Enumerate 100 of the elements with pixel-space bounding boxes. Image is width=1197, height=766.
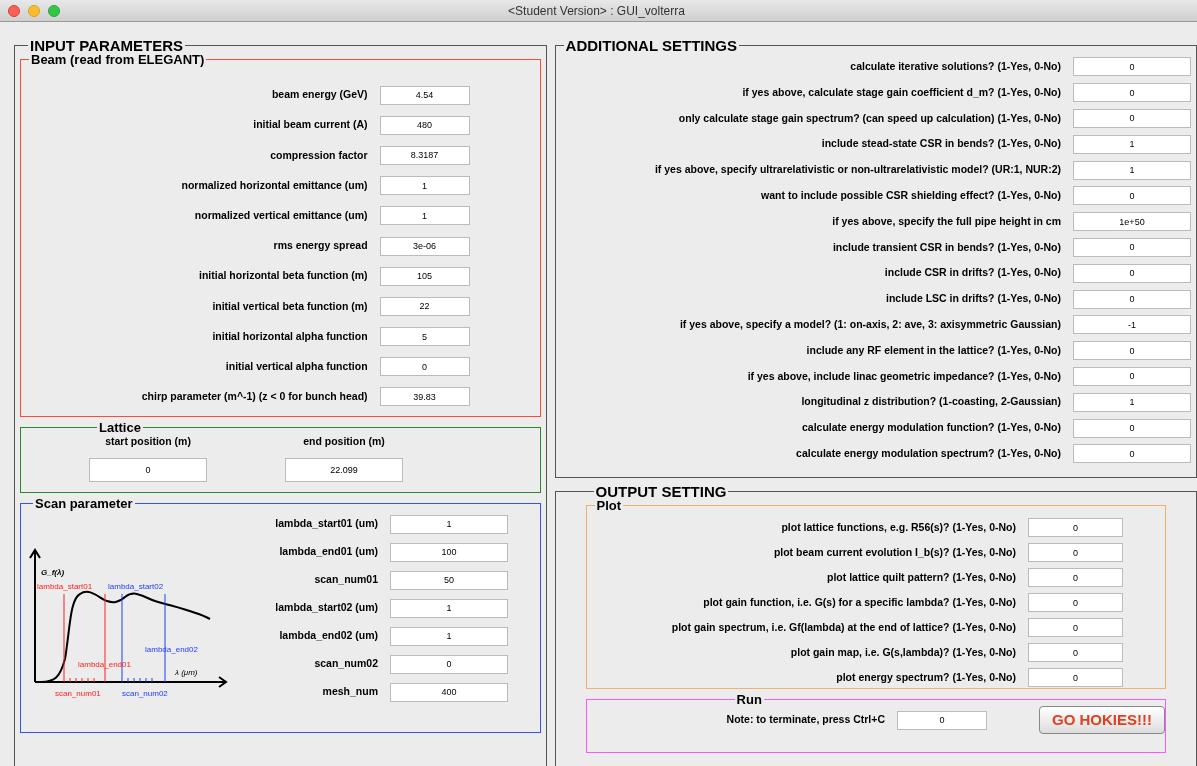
input-field[interactable]: 5 [379, 327, 470, 347]
input-field[interactable]: 50 [390, 570, 508, 590]
input-field[interactable]: 4.54 [379, 85, 470, 105]
field-label: include any RF element in the lattice? (1-Yes, 0-No) [806, 342, 1061, 358]
field-label: longitudinal z distribution? (1-coasting, 2-Gaussian) [801, 394, 1061, 410]
input-field[interactable]: 1 [1073, 160, 1191, 180]
input-field[interactable]: 0 [1073, 444, 1191, 464]
input-field[interactable]: 1 [390, 626, 508, 646]
input-field[interactable]: 0 [897, 710, 987, 730]
input-field[interactable]: 0 [1073, 237, 1191, 257]
zoom-button[interactable] [48, 4, 60, 17]
field-label: lambda_end02 (um) [278, 628, 378, 644]
input-field[interactable]: 1 [379, 176, 470, 196]
field-label: start position (m) [105, 434, 191, 449]
input-field[interactable]: 0 [1028, 668, 1123, 687]
input-field[interactable]: 0 [390, 654, 508, 674]
input-field[interactable]: 0 [89, 457, 207, 482]
run-note: Note: to terminate, press Ctrl+C [726, 712, 885, 728]
input-field[interactable]: 1 [1073, 134, 1191, 154]
field-label: initial vertical alpha function [225, 358, 368, 374]
input-field[interactable]: 0 [1028, 518, 1123, 537]
axis-label: λ (μm) [175, 668, 198, 677]
window-title: <Student Version> : GUI_volterra [507, 2, 686, 20]
field-label: beam energy (GeV) [271, 87, 368, 103]
field-label: scan_num02 [313, 656, 378, 672]
field-label: if yes above, specify a model? (1: on-axis, 2: ave, 3: axisymmetric Gaussian) [679, 317, 1061, 332]
field-label: plot lattice functions, e.g. R56(s)? (1-Yes, 0-No) [781, 519, 1016, 535]
input-field[interactable]: 0 [1073, 289, 1191, 309]
minimize-button[interactable] [28, 4, 40, 17]
field-label: compression factor [270, 147, 368, 163]
diagram-label: lambda_end02 [145, 645, 198, 654]
input-field[interactable]: 1 [390, 598, 508, 618]
group-title: OUTPUT SETTING [594, 484, 728, 499]
field-label: lambda_start02 (um) [274, 600, 378, 616]
field-label: mesh_num [321, 684, 378, 700]
input-field[interactable]: 0 [1028, 568, 1123, 587]
input-field[interactable]: -1 [1073, 315, 1191, 335]
input-field[interactable]: 1 [379, 206, 470, 226]
field-label: if yes above, specify ultrarelativistic or non-ultrarelativistic model? (UR:1, NUR:2) [654, 162, 1061, 178]
tick-marks [69, 677, 95, 683]
field-label: plot lattice quilt pattern? (1-Yes, 0-No) [827, 569, 1016, 585]
field-label: initial horizontal beta function (m) [199, 268, 368, 284]
field-label: plot gain spectrum, i.e. Gf(lambda) at the end of lattice? (1-Yes, 0-No) [671, 619, 1016, 635]
field-label: initial vertical beta function (m) [212, 298, 368, 314]
field-label: initial beam current (A) [253, 117, 368, 133]
input-field[interactable]: 1e+50 [1073, 212, 1191, 232]
field-label: calculate energy modulation spectrum? (1-Yes, 0-No) [796, 445, 1061, 461]
input-field[interactable]: 39.83 [379, 387, 470, 407]
group-title: Run [735, 693, 763, 706]
field-label: normalized horizontal emittance (um) [181, 177, 368, 193]
input-field[interactable]: 0 [379, 357, 470, 377]
field-label: scan_num01 [313, 572, 378, 588]
field-label: chirp parameter (m^-1) (z < 0 for bunch head) [141, 389, 368, 405]
input-field[interactable]: 480 [379, 115, 470, 135]
field-label: only calculate stage gain spectrum? (can speed up calculation) (1-Yes, 0-No) [678, 110, 1061, 126]
input-field[interactable]: 3e-06 [379, 236, 470, 256]
group-title: ADDITIONAL SETTINGS [564, 38, 738, 53]
input-field[interactable]: 400 [390, 682, 508, 702]
input-field[interactable]: 1 [390, 514, 508, 534]
field-label: if yes above, calculate stage gain coefficient d_m? (1-Yes, 0-No) [742, 84, 1061, 100]
field-label: include stead-state CSR in bends? (1-Yes, 0-No) [821, 136, 1061, 152]
input-field[interactable]: 1 [1073, 392, 1191, 412]
diagram-label: scan_num01 [55, 689, 101, 698]
input-field[interactable]: 0 [1073, 83, 1191, 103]
field-label: normalized vertical emittance (um) [194, 207, 368, 223]
field-label: plot gain map, i.e. G(s,lambda)? (1-Yes, 0-No) [790, 644, 1016, 660]
input-field[interactable]: 0 [1073, 57, 1191, 77]
field-label: want to include possible CSR shielding effect? (1-Yes, 0-No) [761, 188, 1061, 203]
diagram-label: lambda_start01 [37, 582, 93, 591]
close-button[interactable] [8, 4, 20, 17]
group-title: Scan parameter [34, 497, 134, 510]
group-title: Lattice [98, 421, 142, 434]
field-label: lambda_start01 (um) [274, 516, 378, 532]
field-label: lambda_end01 (um) [278, 544, 378, 560]
input-field[interactable]: 105 [379, 266, 470, 286]
field-label: plot beam current evolution I_b(s)? (1-Yes, 0-No) [773, 544, 1016, 560]
input-field[interactable]: 0 [1073, 341, 1191, 361]
field-label: end position (m) [303, 434, 385, 449]
input-field[interactable]: 0 [1073, 366, 1191, 386]
input-field[interactable]: 0 [1073, 186, 1191, 206]
run-button[interactable]: GO HOKIES!!! [1039, 706, 1165, 734]
input-field[interactable]: 0 [1028, 543, 1123, 562]
input-field[interactable]: 8.3187 [379, 145, 470, 165]
input-field[interactable]: 0 [1073, 109, 1191, 128]
field-label: if yes above, specify the full pipe height in cm [832, 213, 1061, 229]
input-field[interactable]: 0 [1028, 593, 1123, 612]
input-field[interactable]: 0 [1073, 263, 1191, 283]
field-label: include CSR in drifts? (1-Yes, 0-No) [884, 265, 1061, 281]
diagram-label: scan_num02 [122, 689, 168, 698]
input-field[interactable]: 100 [390, 542, 508, 562]
input-field[interactable]: 22.099 [285, 457, 403, 482]
field-label: plot gain function, i.e. G(s) for a specific lambda? (1-Yes, 0-No) [703, 594, 1016, 610]
axis-label: G_f(λ) [41, 568, 65, 577]
input-field[interactable]: 0 [1073, 418, 1191, 438]
input-field[interactable]: 22 [379, 296, 470, 316]
input-field[interactable]: 0 [1028, 618, 1123, 637]
input-field[interactable]: 0 [1028, 643, 1123, 662]
tick-marks [127, 677, 153, 683]
field-label: calculate iterative solutions? (1-Yes, 0-No) [850, 59, 1061, 74]
field-label: include transient CSR in bends? (1-Yes, 0-No) [832, 239, 1061, 255]
